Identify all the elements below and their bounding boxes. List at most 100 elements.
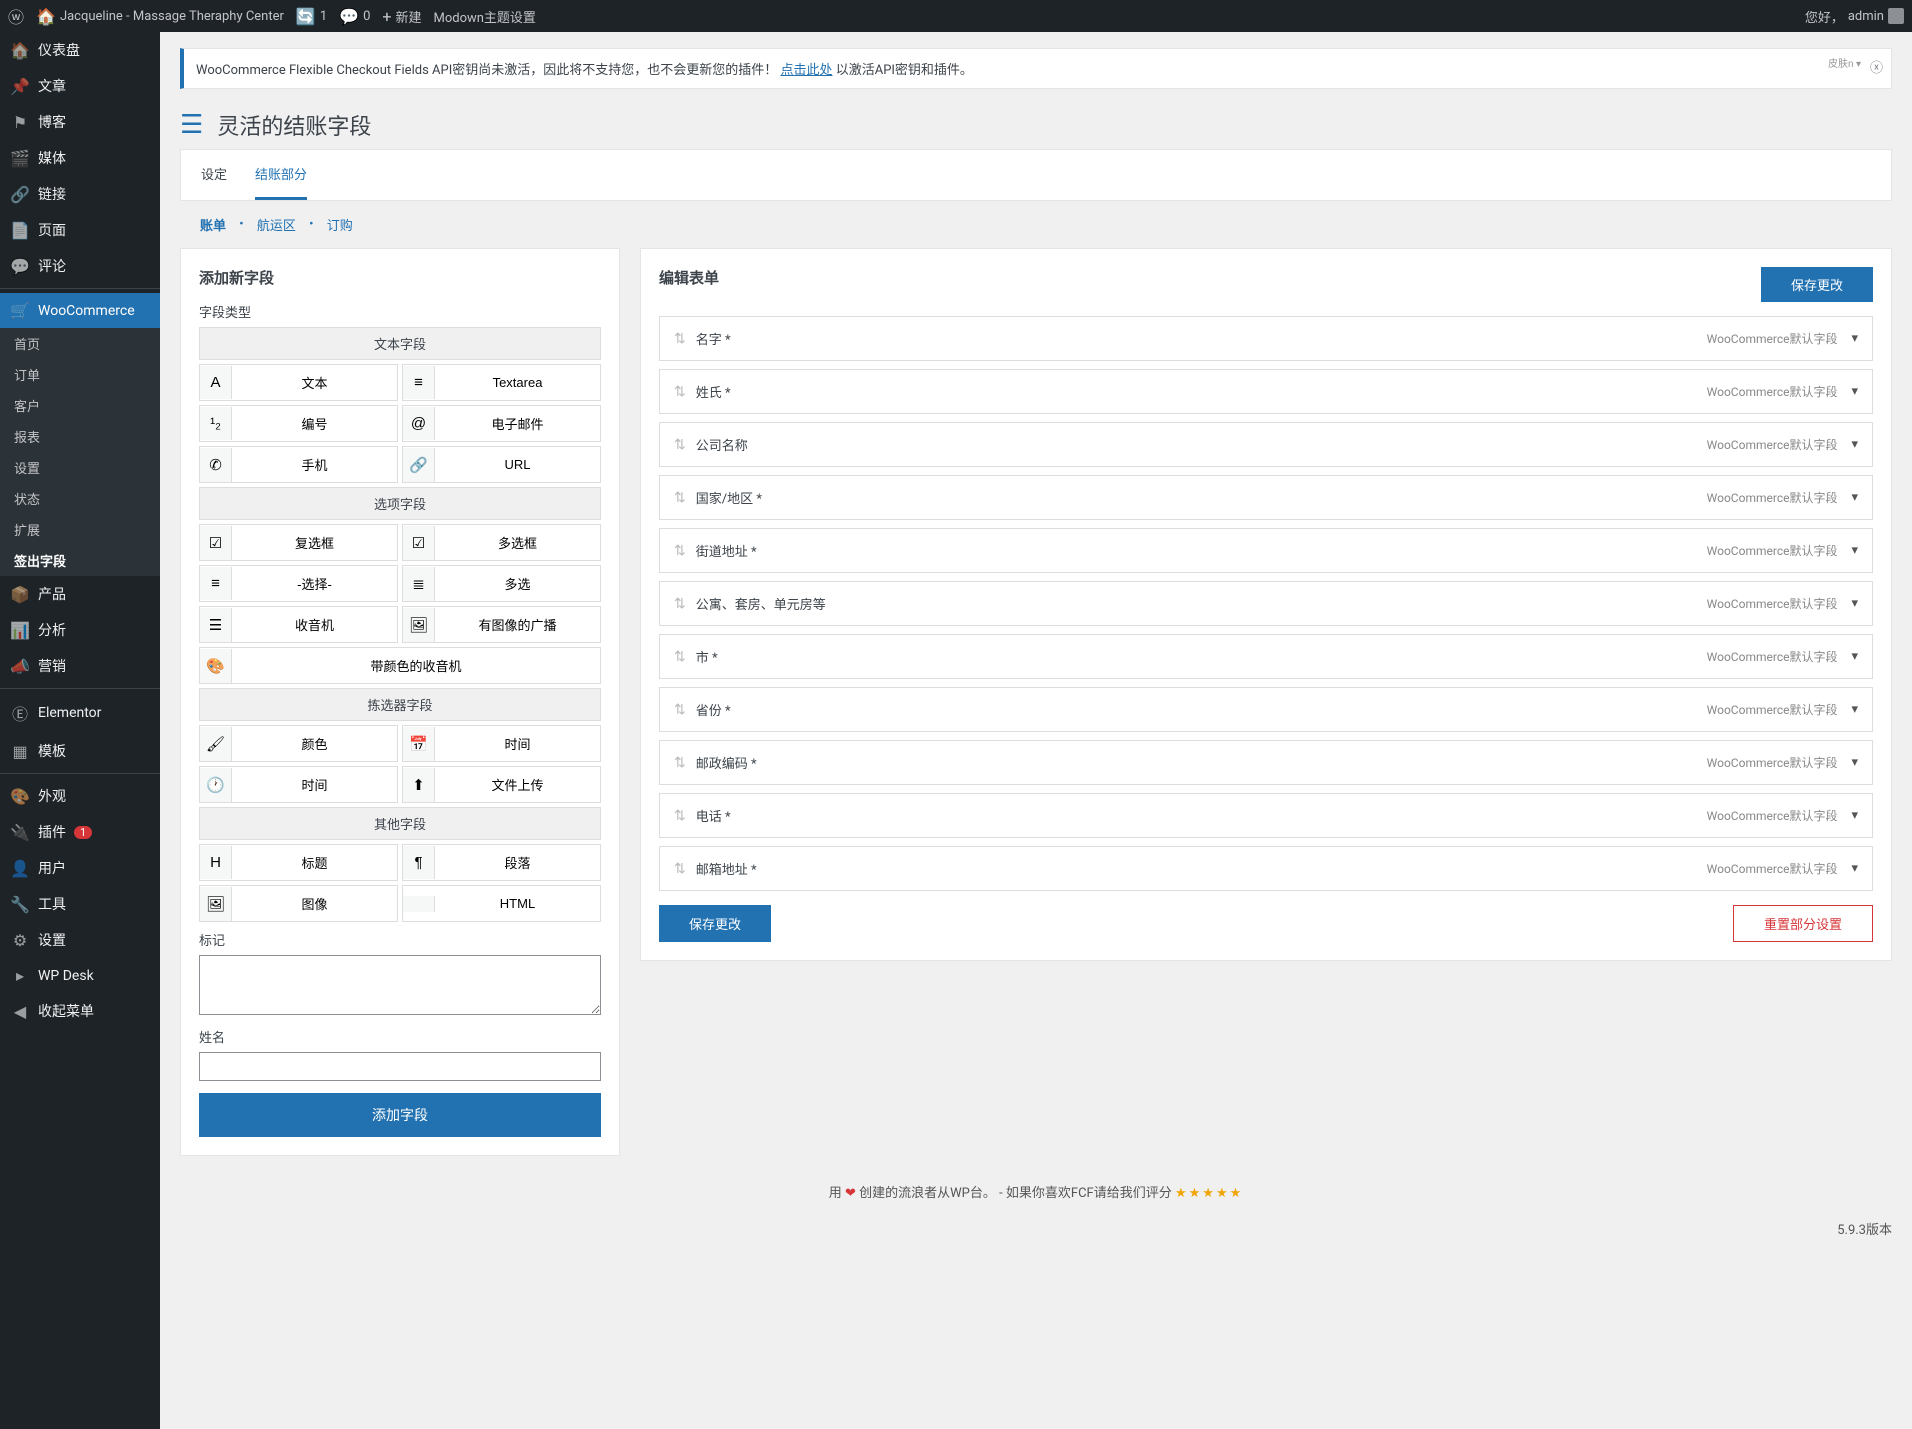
- drag-icon[interactable]: ⇅: [674, 649, 686, 665]
- comments-link[interactable]: 💬0: [339, 7, 370, 26]
- field-type-btn[interactable]: ¶段落: [402, 844, 601, 881]
- field-type-btn[interactable]: ≡Textarea: [402, 364, 601, 401]
- drag-icon[interactable]: ⇅: [674, 596, 686, 612]
- field-type-btn[interactable]: HTML: [402, 885, 601, 922]
- drag-icon[interactable]: ⇅: [674, 384, 686, 400]
- field-type-btn[interactable]: ⬆文件上传: [402, 766, 601, 803]
- menu-用户[interactable]: 👤用户: [0, 850, 160, 886]
- submenu-item[interactable]: 签出字段: [0, 545, 160, 576]
- my-account[interactable]: 您好， admin: [1805, 7, 1904, 26]
- field-row[interactable]: ⇅ 邮政编码 * WooCommerce默认字段 ▾: [659, 740, 1873, 785]
- field-type-btn[interactable]: ≣多选: [402, 565, 601, 602]
- field-row[interactable]: ⇅ 市 * WooCommerce默认字段 ▾: [659, 634, 1873, 679]
- save-button-bottom[interactable]: 保存更改: [659, 905, 771, 942]
- menu-收起菜单[interactable]: ◀收起菜单: [0, 993, 160, 1029]
- submenu-item[interactable]: 首页: [0, 328, 160, 359]
- chevron-down-icon[interactable]: ▾: [1851, 649, 1858, 664]
- chevron-down-icon[interactable]: ▾: [1851, 543, 1858, 558]
- add-field-button[interactable]: 添加字段: [199, 1093, 601, 1137]
- submenu-item[interactable]: 设置: [0, 452, 160, 483]
- field-type-btn[interactable]: 🕐时间: [199, 766, 398, 803]
- field-type-btn[interactable]: ☰收音机: [199, 606, 398, 643]
- close-icon[interactable]: ⓧ: [1870, 57, 1883, 76]
- field-row[interactable]: ⇅ 姓氏 * WooCommerce默认字段 ▾: [659, 369, 1873, 414]
- field-type-btn[interactable]: ≡-选择-: [199, 565, 398, 602]
- tab-0[interactable]: 设定: [201, 150, 227, 200]
- field-row[interactable]: ⇅ 省份 * WooCommerce默认字段 ▾: [659, 687, 1873, 732]
- notice-corner[interactable]: 皮肤n ▾: [1828, 55, 1861, 70]
- field-row[interactable]: ⇅ 公司名称 WooCommerce默认字段 ▾: [659, 422, 1873, 467]
- drag-icon[interactable]: ⇅: [674, 490, 686, 506]
- menu-文章[interactable]: 📌文章: [0, 68, 160, 104]
- menu-媒体[interactable]: 🎬媒体: [0, 140, 160, 176]
- drag-icon[interactable]: ⇅: [674, 808, 686, 824]
- drag-icon[interactable]: ⇅: [674, 543, 686, 559]
- field-row[interactable]: ⇅ 国家/地区 * WooCommerce默认字段 ▾: [659, 475, 1873, 520]
- field-type-btn[interactable]: ☑多选框: [402, 524, 601, 561]
- field-row[interactable]: ⇅ 街道地址 * WooCommerce默认字段 ▾: [659, 528, 1873, 573]
- field-type-btn[interactable]: ✆手机: [199, 446, 398, 483]
- menu-仪表盘[interactable]: 🏠仪表盘: [0, 32, 160, 68]
- submenu-item[interactable]: 状态: [0, 483, 160, 514]
- field-type-btn[interactable]: 🖼图像: [199, 885, 398, 922]
- chevron-down-icon[interactable]: ▾: [1851, 702, 1858, 717]
- field-type-btn[interactable]: 🔗URL: [402, 446, 601, 483]
- menu-产品[interactable]: 📦产品: [0, 576, 160, 612]
- notice-link[interactable]: 点击此处: [780, 63, 832, 78]
- tab-1[interactable]: 结账部分: [255, 150, 307, 200]
- subtab-0[interactable]: 账单: [200, 215, 226, 234]
- site-name[interactable]: 🏠Jacqueline - Massage Theraphy Center: [36, 7, 284, 26]
- menu-Elementor[interactable]: ⒺElementor: [0, 693, 160, 733]
- menu-插件[interactable]: 🔌插件1: [0, 814, 160, 850]
- subtab-1[interactable]: 航运区: [257, 215, 296, 234]
- menu-链接[interactable]: 🔗链接: [0, 176, 160, 212]
- menu-外观[interactable]: 🎨外观: [0, 778, 160, 814]
- reset-button[interactable]: 重置部分设置: [1733, 905, 1873, 942]
- submenu-item[interactable]: 扩展: [0, 514, 160, 545]
- menu-模板[interactable]: ▦模板: [0, 733, 160, 769]
- field-row[interactable]: ⇅ 邮箱地址 * WooCommerce默认字段 ▾: [659, 846, 1873, 891]
- menu-工具[interactable]: 🔧工具: [0, 886, 160, 922]
- drag-icon[interactable]: ⇅: [674, 331, 686, 347]
- menu-WP Desk[interactable]: ▸WP Desk: [0, 958, 160, 993]
- menu-博客[interactable]: ⚑博客: [0, 104, 160, 140]
- field-type-btn[interactable]: ☑复选框: [199, 524, 398, 561]
- wp-logo[interactable]: ⓦ: [8, 4, 24, 28]
- drag-icon[interactable]: ⇅: [674, 437, 686, 453]
- field-type-btn[interactable]: A文本: [199, 364, 398, 401]
- field-type-btn[interactable]: H标题: [199, 844, 398, 881]
- submenu-item[interactable]: 报表: [0, 421, 160, 452]
- name-input[interactable]: [199, 1052, 601, 1081]
- updates[interactable]: 🔄1: [296, 7, 327, 26]
- field-type-btn[interactable]: 🎨带颜色的收音机: [199, 647, 601, 684]
- drag-icon[interactable]: ⇅: [674, 702, 686, 718]
- field-row[interactable]: ⇅ 电话 * WooCommerce默认字段 ▾: [659, 793, 1873, 838]
- field-type-btn[interactable]: 🖼有图像的广播: [402, 606, 601, 643]
- chevron-down-icon[interactable]: ▾: [1851, 384, 1858, 399]
- new-content[interactable]: +新建: [382, 7, 421, 26]
- menu-页面[interactable]: 📄页面: [0, 212, 160, 248]
- field-type-btn[interactable]: ¹₂编号: [199, 405, 398, 442]
- save-button-top[interactable]: 保存更改: [1761, 267, 1873, 302]
- tag-textarea[interactable]: [199, 955, 601, 1015]
- chevron-down-icon[interactable]: ▾: [1851, 596, 1858, 611]
- field-type-btn[interactable]: 🖌颜色: [199, 725, 398, 762]
- subtab-2[interactable]: 订购: [327, 215, 353, 234]
- field-type-btn[interactable]: 📅时间: [402, 725, 601, 762]
- menu-WooCommerce[interactable]: 🛒WooCommerce: [0, 293, 160, 328]
- field-type-btn[interactable]: @电子邮件: [402, 405, 601, 442]
- chevron-down-icon[interactable]: ▾: [1851, 490, 1858, 505]
- submenu-item[interactable]: 客户: [0, 390, 160, 421]
- stars-icon[interactable]: ★★★★★: [1175, 1186, 1243, 1201]
- chevron-down-icon[interactable]: ▾: [1851, 861, 1858, 876]
- menu-分析[interactable]: 📊分析: [0, 612, 160, 648]
- menu-设置[interactable]: ⚙设置: [0, 922, 160, 958]
- chevron-down-icon[interactable]: ▾: [1851, 755, 1858, 770]
- menu-评论[interactable]: 💬评论: [0, 248, 160, 284]
- chevron-down-icon[interactable]: ▾: [1851, 331, 1858, 346]
- chevron-down-icon[interactable]: ▾: [1851, 437, 1858, 452]
- field-row[interactable]: ⇅ 公寓、套房、单元房等 WooCommerce默认字段 ▾: [659, 581, 1873, 626]
- drag-icon[interactable]: ⇅: [674, 755, 686, 771]
- field-row[interactable]: ⇅ 名字 * WooCommerce默认字段 ▾: [659, 316, 1873, 361]
- submenu-item[interactable]: 订单: [0, 359, 160, 390]
